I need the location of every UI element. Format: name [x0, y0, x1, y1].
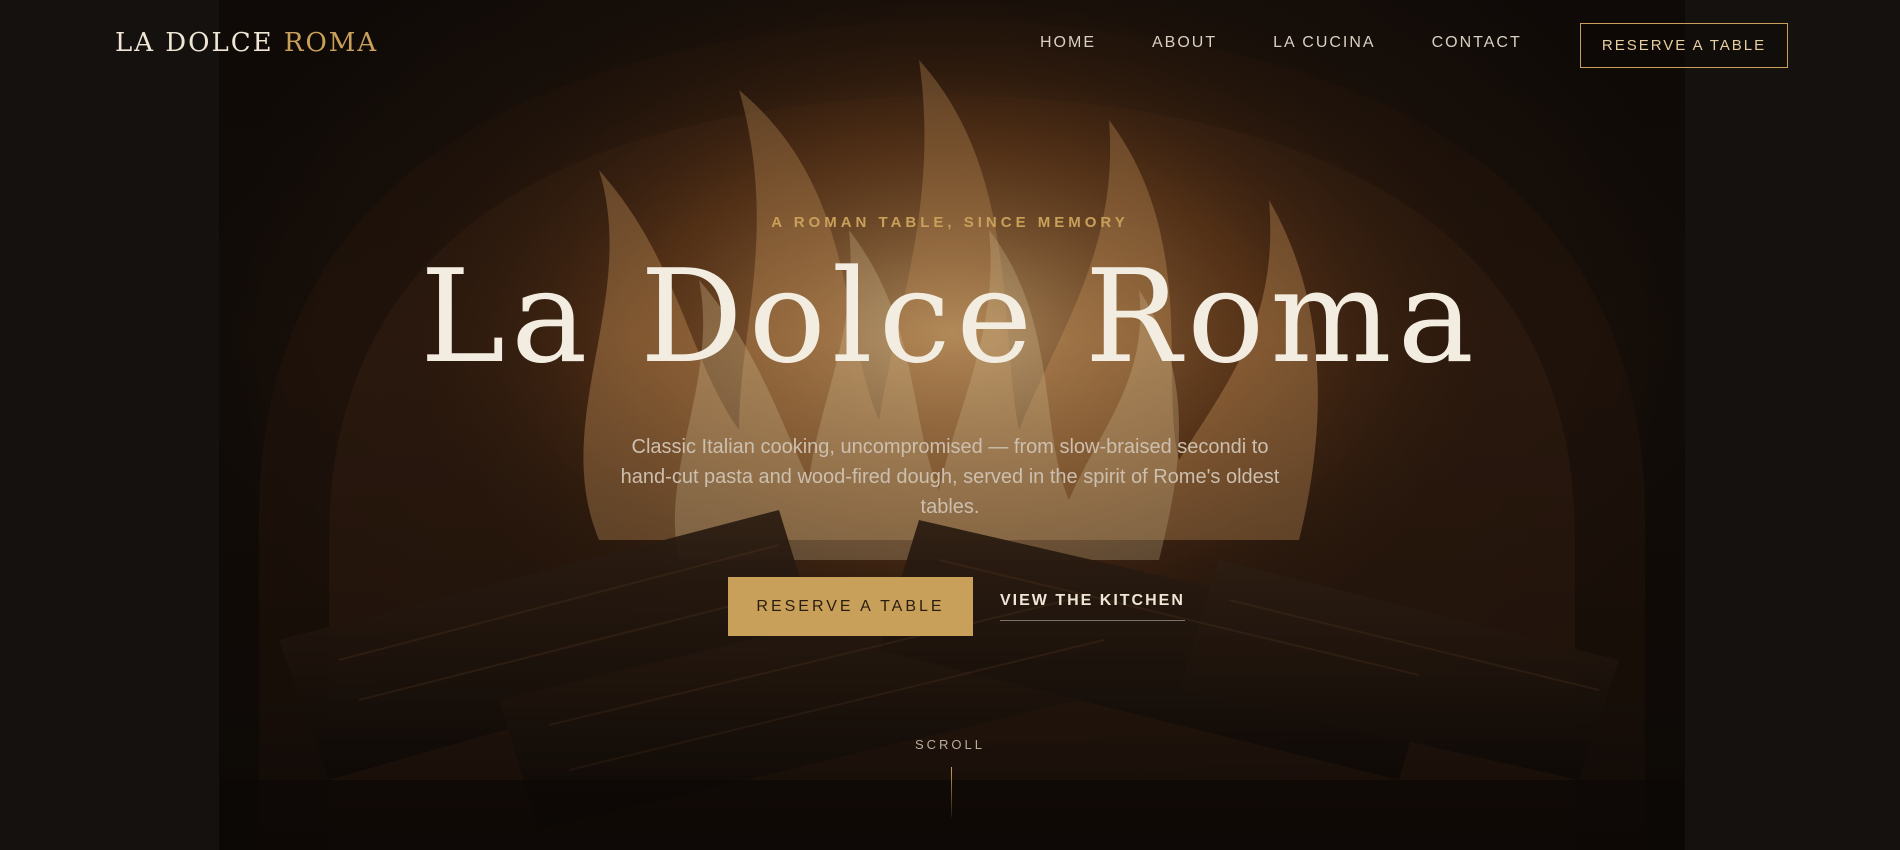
landing-page: LA DOLCE ROMA HOME ABOUT LA CUCINA CONTA… [0, 0, 1900, 850]
scroll-indicator-label[interactable]: SCROLL [0, 737, 1900, 752]
nav-link-contact[interactable]: CONTACT [1432, 34, 1522, 52]
hero-background-image [219, 0, 1685, 850]
nav-reserve-button[interactable]: RESERVE A TABLE [1580, 23, 1788, 68]
logo-text-accent: ROMA [283, 28, 379, 58]
top-navigation: LA DOLCE ROMA HOME ABOUT LA CUCINA CONTA… [0, 0, 1900, 92]
nav-link-about[interactable]: ABOUT [1152, 34, 1217, 52]
reserve-table-button[interactable]: RESERVE A TABLE [728, 577, 973, 636]
logo-text-primary: LA DOLCE [115, 28, 274, 58]
hero-overlay [219, 0, 1685, 850]
nav-link-la-cucina[interactable]: LA CUCINA [1273, 34, 1375, 52]
view-kitchen-link[interactable]: VIEW THE KITCHEN [1000, 592, 1185, 621]
site-logo[interactable]: LA DOLCE ROMA [115, 28, 378, 58]
hero-subtitle: Classic Italian cooking, uncompromised —… [620, 436, 1280, 518]
scroll-indicator-line [951, 767, 952, 817]
hero-title: La Dolce Roma [420, 243, 1480, 392]
hero-eyebrow: A ROMAN TABLE, SINCE MEMORY [771, 214, 1129, 231]
nav-link-home[interactable]: HOME [1040, 34, 1096, 52]
nav-links: HOME ABOUT LA CUCINA CONTACT [1040, 34, 1578, 52]
